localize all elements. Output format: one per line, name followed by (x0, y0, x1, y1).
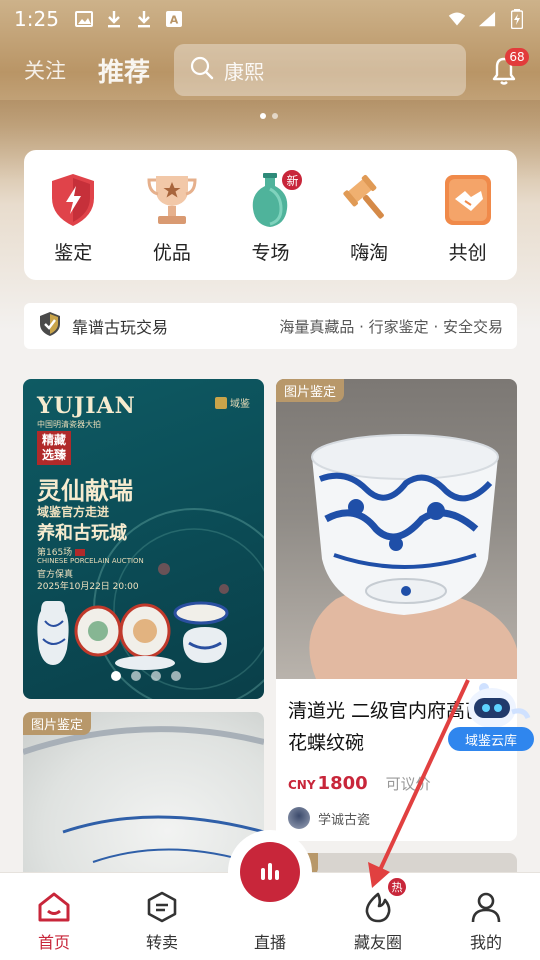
category-hitao[interactable]: 嗨淘 (329, 170, 409, 265)
category-label: 共创 (448, 242, 487, 264)
pagination-dot (131, 671, 141, 681)
image-appraisal-tag: 图片鉴定 (23, 712, 92, 735)
image-appraisal-tag: 图片鉴定 (276, 379, 345, 402)
category-special-session[interactable]: 新 专场 (230, 168, 310, 265)
download-icon (135, 10, 153, 28)
listing-photo (23, 712, 264, 882)
trophy-icon (142, 170, 202, 230)
auction-poster-card[interactable]: YUJIAN 中国明清瓷器大拍 域鉴 精藏选臻 灵仙献瑞 域鉴官方走进 养和古玩… (23, 379, 264, 699)
category-label: 专场 (251, 242, 290, 264)
seller-avatar (288, 807, 310, 829)
banner-dot (272, 113, 278, 119)
home-icon (36, 889, 72, 925)
poster-text: 域鉴官方走进 (37, 505, 110, 519)
status-time: 1:25 (14, 7, 59, 31)
bowl-interior-image (23, 726, 264, 863)
poster-english-title: CHINESE PORCELAIN AUCTION (37, 557, 144, 565)
nav-label: 藏友圈 (353, 933, 402, 952)
new-badge: 新 (280, 168, 305, 192)
nav-home[interactable]: 首页 (0, 873, 108, 960)
category-label: 嗨淘 (350, 242, 389, 264)
poster-stamp: 精藏选臻 (37, 431, 71, 465)
image-icon (74, 10, 93, 28)
poster-brand-subtitle: 中国明清瓷器大拍 (37, 420, 101, 429)
listing-price: CNY 1800 可议价 (288, 773, 431, 794)
nav-resell[interactable]: 转卖 (108, 873, 216, 960)
poster-pagination (111, 671, 181, 681)
banner-pagination (260, 113, 278, 119)
category-co-create[interactable]: 共创 (428, 170, 508, 265)
nav-label: 转卖 (145, 933, 178, 952)
top-navigation: 关注 推荐 康熙 (0, 44, 540, 96)
signal-icon (478, 10, 496, 28)
poster-headline: 灵仙献瑞 (37, 476, 133, 505)
cloud-database-label[interactable]: 域鉴云库 (448, 727, 534, 751)
negotiable-label: 可议价 (385, 775, 431, 793)
listing-photo (276, 379, 517, 679)
logo-mark-icon (215, 396, 227, 409)
nav-label: 直播 (253, 933, 286, 952)
live-button[interactable] (228, 830, 312, 914)
search-placeholder: 康熙 (224, 59, 264, 84)
svg-text:A: A (170, 14, 179, 27)
status-bar: 1:25 A (0, 0, 540, 38)
seller-name: 学诚古瓷 (318, 812, 371, 828)
pagination-dot (171, 671, 181, 681)
search-icon (190, 56, 214, 84)
verified-shield-icon (38, 311, 62, 341)
gavel-icon (339, 170, 399, 230)
nav-label: 首页 (37, 933, 70, 952)
price-value: 1800 (317, 773, 368, 794)
category-label: 鉴定 (54, 242, 93, 264)
poster-venue: 养和古玩城 (37, 523, 127, 544)
trust-slogan: 靠谱古玩交易 (72, 318, 169, 337)
battery-icon (508, 9, 526, 29)
category-premium[interactable]: 优品 (132, 170, 212, 265)
poster-logo-text: 域鉴 (230, 399, 250, 410)
download-icon (105, 10, 123, 28)
shield-icon (43, 170, 103, 230)
pagination-dot (151, 671, 161, 681)
resell-icon (144, 889, 180, 925)
banner-dot (260, 113, 266, 119)
seller-info[interactable]: 学诚古瓷 (288, 807, 370, 829)
tab-recommend[interactable]: 推荐 (98, 52, 150, 89)
trust-features: 海量真藏品 · 行家鉴定 · 安全交易 (279, 317, 503, 336)
nav-label: 我的 (469, 933, 502, 952)
nav-profile[interactable]: 我的 (432, 873, 540, 960)
blue-white-bowl-image (309, 434, 517, 679)
tab-follow[interactable]: 关注 (24, 55, 66, 85)
poster-brand: YUJIAN (37, 393, 136, 419)
notification-count-badge: 68 (505, 48, 529, 66)
category-menu: 鉴定 优品 新 专场 嗨淘 共创 (24, 150, 517, 280)
price-currency: CNY (288, 778, 316, 792)
nav-community[interactable]: 藏友圈 (324, 873, 432, 960)
app-notification-icon: A (165, 10, 183, 28)
profile-icon (468, 889, 504, 925)
live-icon (240, 842, 300, 902)
porcelain-collection-image (37, 601, 229, 670)
hot-badge: 热 (386, 876, 408, 898)
listing-card[interactable]: 图片鉴定 清道光 二级官内府高芭蕉花蝶纹碗 CNY 1800 可议价 学诚古瓷 (276, 379, 517, 841)
listing-card[interactable]: 图片鉴定 (23, 712, 264, 882)
pagination-dot (111, 671, 121, 681)
search-input[interactable]: 康熙 (174, 44, 466, 96)
wifi-icon (448, 10, 466, 28)
handshake-icon (438, 170, 498, 230)
trust-banner[interactable]: 靠谱古玩交易 海量真藏品 · 行家鉴定 · 安全交易 (24, 303, 517, 349)
poster-logo: 域鉴 (215, 395, 250, 410)
category-label: 优品 (152, 242, 191, 264)
category-appraisal[interactable]: 鉴定 (33, 170, 113, 265)
